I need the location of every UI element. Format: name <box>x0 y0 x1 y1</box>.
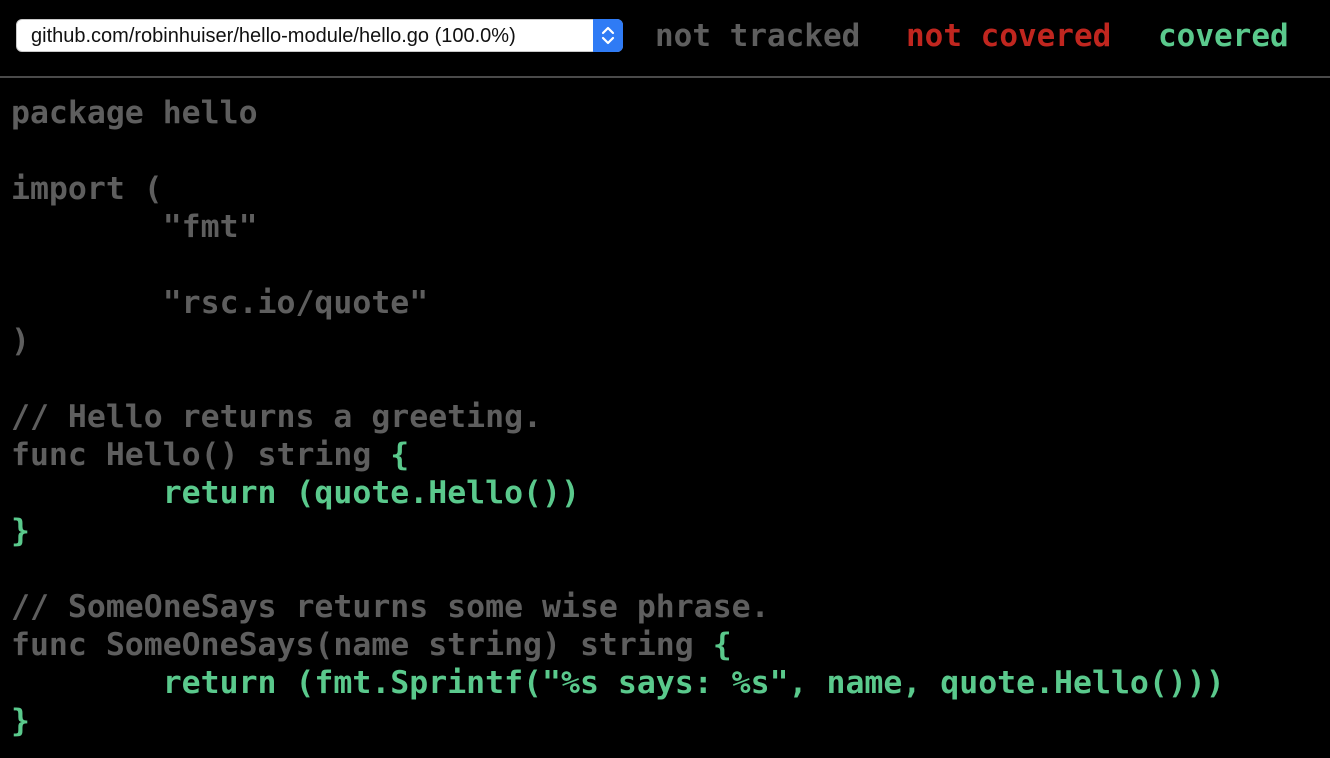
not-tracked-code <box>11 665 163 701</box>
not-tracked-code <box>11 475 163 511</box>
code-line: } <box>11 512 1225 550</box>
not-tracked-code: package hello <box>11 95 258 131</box>
not-tracked-code: // Hello returns a greeting. <box>11 399 543 435</box>
covered-code: { <box>390 437 410 473</box>
not-tracked-code: // SomeOneSays returns some wise phrase. <box>11 589 770 625</box>
covered-code: return (fmt.Sprintf("%s says: %s", name,… <box>162 665 1225 701</box>
not-tracked-code: import ( <box>11 171 163 207</box>
code-line: "rsc.io/quote" <box>11 284 1225 322</box>
not-tracked-code: "fmt" <box>11 209 258 245</box>
code-line: return (quote.Hello()) <box>11 474 1225 512</box>
code-line: import ( <box>11 170 1225 208</box>
legend-not-tracked: not tracked <box>655 18 861 54</box>
code-line: // SomeOneSays returns some wise phrase. <box>11 588 1225 626</box>
source-code-view: package hello import ( "fmt" "rsc.io/quot… <box>11 94 1225 740</box>
not-tracked-code: func SomeOneSays(name string) string <box>11 627 713 663</box>
not-tracked-code: "rsc.io/quote" <box>11 285 429 321</box>
legend-covered: covered <box>1158 18 1289 54</box>
covered-code: } <box>11 513 30 549</box>
code-line: ) <box>11 322 1225 360</box>
not-tracked-code: ) <box>11 323 30 359</box>
file-select[interactable]: github.com/robinhuiser/hello-module/hell… <box>16 19 623 52</box>
not-tracked-code: func Hello() string <box>11 437 391 473</box>
covered-code: return (quote.Hello()) <box>162 475 580 511</box>
legend-not-covered: not covered <box>906 18 1112 54</box>
coverage-toolbar: github.com/robinhuiser/hello-module/hell… <box>0 0 1330 78</box>
file-select-value: github.com/robinhuiser/hello-module/hell… <box>31 25 516 47</box>
covered-code: } <box>11 703 30 739</box>
code-line: func SomeOneSays(name string) string { <box>11 626 1225 664</box>
code-line: return (fmt.Sprintf("%s says: %s", name,… <box>11 664 1225 702</box>
code-line: // Hello returns a greeting. <box>11 398 1225 436</box>
code-line: func Hello() string { <box>11 436 1225 474</box>
covered-code: { <box>712 627 732 663</box>
select-stepper-icon[interactable] <box>593 19 623 52</box>
code-line: "fmt" <box>11 208 1225 246</box>
code-line: package hello <box>11 94 1225 132</box>
code-line: } <box>11 702 1225 740</box>
